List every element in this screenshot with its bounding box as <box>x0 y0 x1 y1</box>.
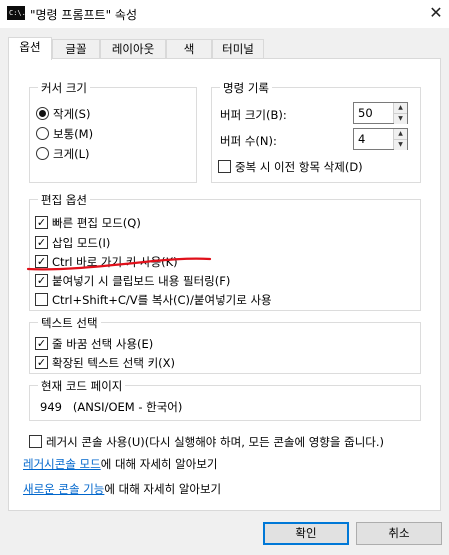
cursor-medium-radio[interactable]: 보통(M) <box>36 125 93 142</box>
tab-colors[interactable]: 색 <box>166 39 212 59</box>
insert-mode-checkbox[interactable]: ✓ 삽입 모드(I) <box>35 234 110 251</box>
edit-options-group: 편집 옵션 ✓ 빠른 편집 모드(Q) ✓ 삽입 모드(I) ✓ Ctrl 바로… <box>29 192 421 311</box>
buffer-count-label: 버퍼 수(N): <box>220 134 277 148</box>
checkmark-icon: ✓ <box>35 236 48 249</box>
cancel-button[interactable]: 취소 <box>356 522 442 545</box>
tab-options[interactable]: 옵션 <box>8 37 52 60</box>
buffer-count-stepper[interactable]: 4 ▲ ▼ <box>353 128 408 150</box>
spin-down-icon[interactable]: ▼ <box>394 113 407 124</box>
spin-down-icon[interactable]: ▼ <box>394 139 407 150</box>
cursor-size-title: 커서 크기 <box>38 80 90 96</box>
checkbox-icon <box>29 435 42 448</box>
command-history-group: 명령 기록 버퍼 크기(B): 50 ▲ ▼ 버퍼 수(N): 4 ▲ ▼ 중복… <box>211 80 421 183</box>
cmd-icon: C:\. <box>7 6 26 20</box>
close-icon[interactable]: ✕ <box>424 1 448 25</box>
legacy-mode-link[interactable]: 레거시콘솔 모드 <box>23 457 101 471</box>
ctrl-shift-cv-checkbox[interactable]: Ctrl+Shift+C/V를 복사(C)/붙여넣기로 사용 <box>35 291 272 308</box>
discard-duplicates-label: 중복 시 이전 항목 삭제(D) <box>235 159 363 174</box>
checkbox-icon <box>35 293 48 306</box>
text-selection-group: 텍스트 선택 ✓ 줄 바꿈 선택 사용(E) ✓ 확장된 텍스트 선택 키(X) <box>29 315 421 374</box>
checkmark-icon: ✓ <box>35 337 48 350</box>
tab-font[interactable]: 글꼴 <box>52 39 100 59</box>
insert-mode-label: 삽입 모드(I) <box>52 235 111 250</box>
new-features-link[interactable]: 새로운 콘솔 기능 <box>23 482 104 496</box>
cursor-medium-label: 보통(M) <box>53 126 94 141</box>
quick-edit-checkbox[interactable]: ✓ 빠른 편집 모드(Q) <box>35 214 141 231</box>
ctrl-shortcuts-checkbox[interactable]: ✓ Ctrl 바로 가기 키 사용(K) <box>35 253 178 270</box>
edit-options-title: 편집 옵션 <box>38 192 90 208</box>
checkmark-icon: ✓ <box>35 356 48 369</box>
extended-keys-label: 확장된 텍스트 선택 키(X) <box>52 355 176 370</box>
cursor-large-label: 크게(L) <box>53 146 90 161</box>
buffer-count-value[interactable]: 4 <box>354 129 393 149</box>
code-page-title: 현재 코드 페이지 <box>38 378 126 394</box>
legacy-console-label: 레거시 콘솔 사용(U)(다시 실행해야 하며, 모든 콘솔에 영향을 줍니다.… <box>46 434 384 449</box>
discard-duplicates-checkbox[interactable]: 중복 시 이전 항목 삭제(D) <box>218 158 363 175</box>
ctrl-shift-cv-label: Ctrl+Shift+C/V를 복사(C)/붙여넣기로 사용 <box>52 292 272 307</box>
filter-paste-label: 붙여넣기 시 클립보드 내용 필터링(F) <box>52 273 231 288</box>
checkbox-icon <box>218 160 231 173</box>
legacy-console-checkbox[interactable]: 레거시 콘솔 사용(U)(다시 실행해야 하며, 모든 콘솔에 영향을 줍니다.… <box>29 433 384 450</box>
spin-up-icon[interactable]: ▲ <box>394 129 407 139</box>
buffer-size-stepper[interactable]: 50 ▲ ▼ <box>353 102 408 124</box>
tab-terminal[interactable]: 터미널 <box>212 39 264 59</box>
checkmark-icon: ✓ <box>35 274 48 287</box>
buffer-size-label: 버퍼 크기(B): <box>220 108 287 122</box>
legacy-info-line: 레거시콘솔 모드에 대해 자세히 알아보기 <box>23 456 217 472</box>
title-bar: C:\. "명령 프롬프트" 속성 ✕ <box>0 0 449 28</box>
radio-icon <box>36 147 49 160</box>
new-features-info-line: 새로운 콘솔 기능에 대해 자세히 알아보기 <box>23 481 221 497</box>
cursor-small-radio[interactable]: 작게(S) <box>36 105 90 122</box>
legacy-link-suffix: 에 대해 자세히 알아보기 <box>100 457 218 471</box>
text-selection-title: 텍스트 선택 <box>38 315 101 331</box>
cursor-size-group: 커서 크기 작게(S) 보통(M) 크게(L) <box>29 80 197 183</box>
code-page-value: 949 (ANSI/OEM - 한국어) <box>40 400 183 414</box>
tab-layout[interactable]: 레이아웃 <box>100 39 166 59</box>
radio-icon <box>36 127 49 140</box>
checkmark-icon: ✓ <box>35 216 48 229</box>
ok-button[interactable]: 확인 <box>263 522 349 545</box>
spin-up-icon[interactable]: ▲ <box>394 103 407 113</box>
line-wrap-label: 줄 바꿈 선택 사용(E) <box>52 336 154 351</box>
checkmark-icon: ✓ <box>35 255 48 268</box>
cursor-small-label: 작게(S) <box>53 106 91 121</box>
command-history-title: 명령 기록 <box>220 80 272 96</box>
options-panel: 커서 크기 작게(S) 보통(M) 크게(L) 명령 기록 버퍼 크기(B): … <box>8 58 441 511</box>
line-wrap-checkbox[interactable]: ✓ 줄 바꿈 선택 사용(E) <box>35 335 153 352</box>
ctrl-shortcuts-label: Ctrl 바로 가기 키 사용(K) <box>52 254 178 269</box>
filter-paste-checkbox[interactable]: ✓ 붙여넣기 시 클립보드 내용 필터링(F) <box>35 272 230 289</box>
extended-keys-checkbox[interactable]: ✓ 확장된 텍스트 선택 키(X) <box>35 354 175 371</box>
radio-selected-icon <box>36 107 49 120</box>
quick-edit-label: 빠른 편집 모드(Q) <box>52 215 141 230</box>
cursor-large-radio[interactable]: 크게(L) <box>36 145 90 162</box>
code-page-group: 현재 코드 페이지 949 (ANSI/OEM - 한국어) <box>29 378 421 421</box>
window-title: "명령 프롬프트" 속성 <box>30 8 137 22</box>
buffer-size-value[interactable]: 50 <box>354 103 393 123</box>
new-features-link-suffix: 에 대해 자세히 알아보기 <box>104 482 222 496</box>
